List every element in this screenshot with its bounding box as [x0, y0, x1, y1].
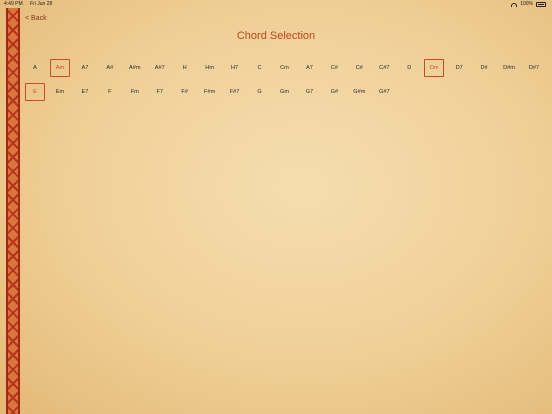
chord-button[interactable]: A7	[75, 59, 95, 77]
chord-button[interactable]: F	[100, 83, 120, 101]
chord-button[interactable]: E	[25, 83, 45, 101]
chord-button[interactable]: F7	[150, 83, 170, 101]
page-title: Chord Selection	[236, 30, 316, 42]
chord-button[interactable]: G#7	[374, 83, 394, 101]
status-time: 4:49 PM	[4, 1, 23, 7]
chord-button[interactable]: D#	[474, 59, 494, 77]
status-bar: 4:49 PM Fri Jun 28 100%	[0, 0, 552, 9]
chord-button[interactable]: Hm	[200, 59, 220, 77]
chord-button[interactable]: H7	[225, 59, 245, 77]
chord-button[interactable]: C	[250, 59, 270, 77]
decorative-border	[6, 8, 20, 414]
chord-button[interactable]: C#7	[374, 59, 394, 77]
chord-button[interactable]: C#	[324, 59, 344, 77]
battery-icon	[536, 2, 546, 7]
chord-button[interactable]: F#7	[225, 83, 245, 101]
chord-button[interactable]: Gm	[275, 83, 295, 101]
status-date: Fri Jun 28	[30, 1, 53, 7]
chord-button[interactable]: D	[399, 59, 419, 77]
chord-button[interactable]: Dm	[424, 59, 445, 77]
chord-button[interactable]: Fm	[125, 83, 145, 101]
chord-button[interactable]: A#m	[125, 59, 145, 77]
chord-button[interactable]: F#	[175, 83, 195, 101]
chord-button[interactable]: E7	[75, 83, 95, 101]
chord-button[interactable]: C#	[349, 59, 369, 77]
chord-button[interactable]: A#7	[150, 59, 170, 77]
chord-button[interactable]: A	[25, 59, 45, 77]
chord-button[interactable]: G	[250, 83, 270, 101]
chord-button[interactable]: A#	[100, 59, 120, 77]
wifi-icon	[511, 2, 518, 7]
chord-button[interactable]: D7	[449, 59, 469, 77]
chord-button[interactable]: D#7	[524, 59, 544, 77]
chord-button[interactable]: G#	[324, 83, 344, 101]
back-button[interactable]: < Back	[25, 15, 47, 22]
chord-button[interactable]: Em	[50, 83, 70, 101]
chord-button[interactable]: F#m	[200, 83, 220, 101]
chord-button[interactable]: Am	[49, 59, 70, 77]
chord-button[interactable]: H	[175, 59, 195, 77]
battery-percentage: 100%	[520, 1, 533, 7]
chord-button[interactable]: A7	[299, 59, 319, 77]
chord-button[interactable]: D#m	[499, 59, 519, 77]
chord-button[interactable]: Cm	[275, 59, 295, 77]
chord-button[interactable]: G7	[299, 83, 319, 101]
chord-button[interactable]: G#m	[349, 83, 369, 101]
